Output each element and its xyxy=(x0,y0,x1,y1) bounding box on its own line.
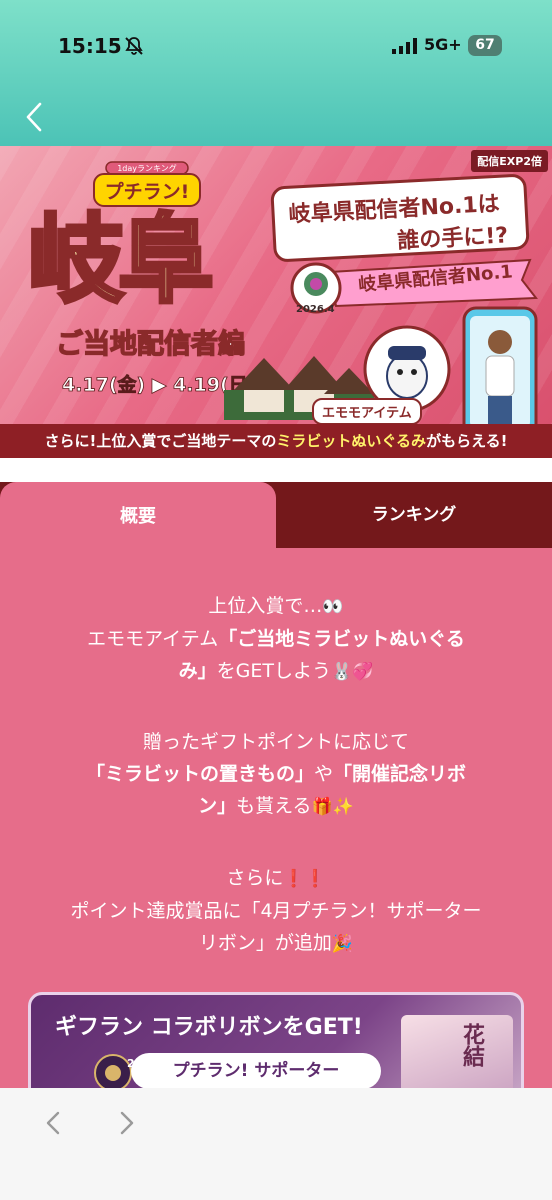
p1-line-2-b: 「ご当地ミラビットぬいぐる xyxy=(218,628,465,650)
paragraph-3: さらに❗❗ ポイント達成賞品に「4月プチラン！サポーター リボン」が追加🎉 xyxy=(20,862,532,960)
petit-ran-logo: 1dayランキング プチラン! xyxy=(93,161,201,207)
eyes-emoji-icon: 👀 xyxy=(322,597,344,617)
status-time: 15:15 xyxy=(58,34,122,58)
chevron-left-icon[interactable] xyxy=(20,100,50,134)
paragraph-2: 贈ったギフトポイントに応じて 「ミラビットの置きもの」や「開催記念リボ ン」も貰… xyxy=(20,726,532,823)
p1-line-3-a: み」 xyxy=(178,660,217,682)
collab-ribbon-card[interactable]: ギフラン コラボリボンをGET! 2026 4 プチラン! サポーター 花結 xyxy=(28,992,524,1102)
p1-line-1: 上位入賞で…👀 xyxy=(20,590,532,623)
event-banner: 配信EXP2倍 1dayランキング プチラン! 岐阜 ご当地配信者編 4.17(… xyxy=(0,146,552,458)
browser-toolbar xyxy=(0,1088,552,1200)
p1-line-2: エモモアイテム「ご当地ミラビットぬいぐる xyxy=(20,623,532,655)
exp-badge: 配信EXP2倍 xyxy=(471,150,548,172)
band-suffix: がもらえる! xyxy=(426,432,508,450)
p2-line-2-b: や xyxy=(313,763,333,785)
tab-bar: 概要 ランキング xyxy=(0,458,552,552)
banner-bottom-band: さらに!上位入賞でご当地テーマのミラビットぬいぐるみがもらえる! xyxy=(0,424,552,458)
rabbit-heart-emoji-icon: 🐰💞 xyxy=(331,662,374,682)
p2-line-2-a: 「ミラビットの置きもの」 xyxy=(85,763,314,785)
card-year: 2026 4 xyxy=(127,1057,170,1070)
chevron-right-icon[interactable] xyxy=(112,1108,140,1138)
exclamation-emoji-icon: ❗❗ xyxy=(283,869,326,889)
p2-line-2-c: 「開催記念リボ xyxy=(333,763,467,785)
p2-line-3-b: も貰える xyxy=(236,795,312,817)
signal-icon xyxy=(392,38,417,54)
tab-overview[interactable]: 概要 xyxy=(0,482,276,552)
party-popper-emoji-icon: 🎉 xyxy=(331,934,354,954)
p3-line-1: さらに❗❗ xyxy=(20,862,532,895)
p1-line-3: み」をGETしよう🐰💞 xyxy=(20,655,532,688)
question-line-2: 誰の手に!? xyxy=(396,223,509,255)
p3-line-2: ポイント達成賞品に「4月プチラン！サポーター xyxy=(70,900,482,922)
network-type: 5G+ xyxy=(424,35,462,54)
overview-content: 上位入賞で…👀 エモモアイテム「ご当地ミラビットぬいぐる み」をGETしよう🐰💞… xyxy=(0,548,552,1102)
p1-line-3-b: をGETしよう xyxy=(216,660,331,682)
bell-slash-icon xyxy=(125,37,143,55)
card-art-text: 花結 xyxy=(459,1023,484,1067)
app-header: 15:15 5G+ 67 xyxy=(0,0,552,146)
p3-line-3-text: リボン」が追加 xyxy=(198,932,332,954)
emomo-item-tag: エモモアイテム xyxy=(312,398,422,425)
p2-line-3: ン」も貰える🎁✨ xyxy=(20,790,532,823)
band-prefix: さらに!上位入賞でご当地テーマの xyxy=(44,432,277,450)
question-bubble: 岐阜県配信者No.1は 誰の手に!? xyxy=(270,173,530,263)
p2-line-1: 贈ったギフトポイントに応じて xyxy=(142,731,409,753)
band-highlight: ミラビットぬいぐるみ xyxy=(276,432,427,450)
p2-line-2: 「ミラビットの置きもの」や「開催記念リボ xyxy=(20,758,532,790)
p2-line-3-a: ン」 xyxy=(198,795,237,817)
logo-small-text: 1dayランキング xyxy=(117,163,177,173)
card-title: ギフラン コラボリボンをGET! xyxy=(55,1015,363,1040)
p1-line-1-text: 上位入賞で… xyxy=(208,595,323,617)
gift-sparkle-emoji-icon: 🎁✨ xyxy=(311,797,354,817)
p1-line-2-a: エモモアイテム xyxy=(87,628,219,650)
battery-indicator: 67 xyxy=(468,35,502,56)
p3-line-1-text: さらに xyxy=(226,867,284,889)
logo-main-text: プチラン! xyxy=(105,180,190,203)
tab-ranking[interactable]: ランキング xyxy=(276,482,552,548)
medal-year: 2026.4 xyxy=(296,304,335,315)
banner-title: 岐阜 xyxy=(26,204,216,316)
paragraph-1: 上位入賞で…👀 エモモアイテム「ご当地ミラビットぬいぐる み」をGETしよう🐰💞 xyxy=(20,590,532,688)
phone-illustration xyxy=(462,306,538,438)
banner-subtitle: ご当地配信者編 xyxy=(55,328,245,360)
p3-line-3: リボン」が追加🎉 xyxy=(20,927,532,960)
chevron-left-icon[interactable] xyxy=(40,1108,68,1138)
